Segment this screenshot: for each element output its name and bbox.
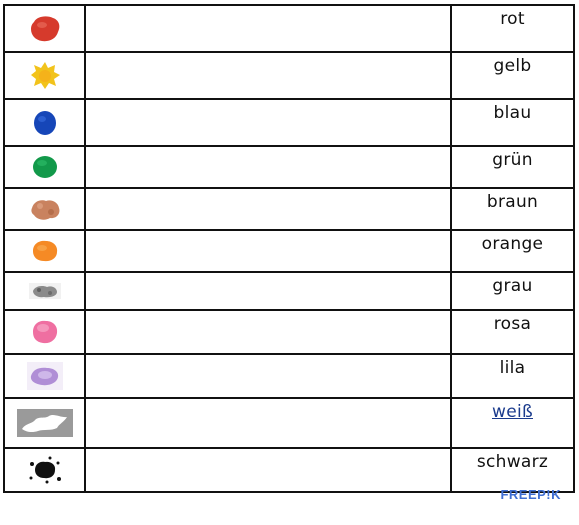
- answer-cell: [84, 229, 452, 273]
- swatch-cell: [3, 4, 86, 53]
- table-row: weiß: [3, 397, 575, 449]
- answer-cell: [84, 145, 452, 189]
- word-cell: schwarz: [450, 447, 575, 493]
- swatch-cell: [3, 447, 86, 493]
- answer-cell: [84, 98, 452, 147]
- answer-cell: [84, 353, 452, 399]
- table-row: orange: [3, 229, 575, 273]
- table-row: schwarz: [3, 447, 575, 493]
- color-word: schwarz: [476, 452, 549, 472]
- brown-paint-blot-icon: [30, 200, 59, 220]
- color-word: orange: [481, 234, 544, 254]
- color-word: rot: [500, 9, 525, 29]
- color-word-link[interactable]: weiß: [452, 399, 573, 422]
- color-word: grün: [492, 150, 533, 170]
- swatch-cell: [3, 98, 86, 147]
- word-cell: grün: [450, 145, 575, 189]
- swatch-cell: [3, 51, 86, 100]
- word-cell: gelb: [450, 51, 575, 100]
- word-cell: weiß: [450, 397, 575, 449]
- table-row: braun: [3, 187, 575, 231]
- word-cell: lila: [450, 353, 575, 399]
- black-paint-blot-icon: [29, 456, 61, 484]
- green-paint-blot-icon: [32, 156, 57, 178]
- table-row: grün: [3, 145, 575, 189]
- answer-cell: [84, 4, 452, 53]
- table-row: blau: [3, 98, 575, 147]
- swatch-cell: [3, 309, 86, 355]
- answer-cell: [84, 271, 452, 311]
- color-vocabulary-table: rot gelb blau grün braun orange grau ros…: [3, 4, 575, 493]
- swatch-cell: [3, 271, 86, 311]
- color-word: grau: [492, 276, 533, 296]
- table-row: rot: [3, 4, 575, 53]
- swatch-cell: [3, 229, 86, 273]
- grey-paint-blot-icon: [28, 283, 61, 299]
- swatch-cell: [3, 353, 86, 399]
- color-word: blau: [493, 103, 532, 123]
- blue-paint-blot-icon: [33, 110, 56, 135]
- red-paint-blot-icon: [30, 15, 59, 41]
- word-cell: orange: [450, 229, 575, 273]
- word-cell: rosa: [450, 309, 575, 355]
- table-row: grau: [3, 271, 575, 311]
- white-paint-blot-icon: [16, 409, 73, 437]
- color-word: rosa: [493, 314, 532, 334]
- answer-cell: [84, 51, 452, 100]
- color-word: gelb: [493, 56, 532, 76]
- word-cell: blau: [450, 98, 575, 147]
- freepik-watermark: FREEP!K: [500, 487, 561, 502]
- table-row: rosa: [3, 309, 575, 355]
- swatch-cell: [3, 145, 86, 189]
- table-row: lila: [3, 353, 575, 399]
- purple-paint-blot-icon: [26, 362, 63, 390]
- answer-cell: [84, 187, 452, 231]
- orange-paint-blot-icon: [32, 240, 57, 262]
- table-row: gelb: [3, 51, 575, 100]
- answer-cell: [84, 397, 452, 449]
- color-word: braun: [486, 192, 539, 212]
- pink-paint-blot-icon: [32, 320, 57, 344]
- swatch-cell: [3, 397, 86, 449]
- yellow-paint-blot-icon: [30, 61, 60, 89]
- word-cell: rot: [450, 4, 575, 53]
- answer-cell: [84, 447, 452, 493]
- answer-cell: [84, 309, 452, 355]
- color-word: lila: [499, 358, 526, 378]
- word-cell: grau: [450, 271, 575, 311]
- swatch-cell: [3, 187, 86, 231]
- word-cell: braun: [450, 187, 575, 231]
